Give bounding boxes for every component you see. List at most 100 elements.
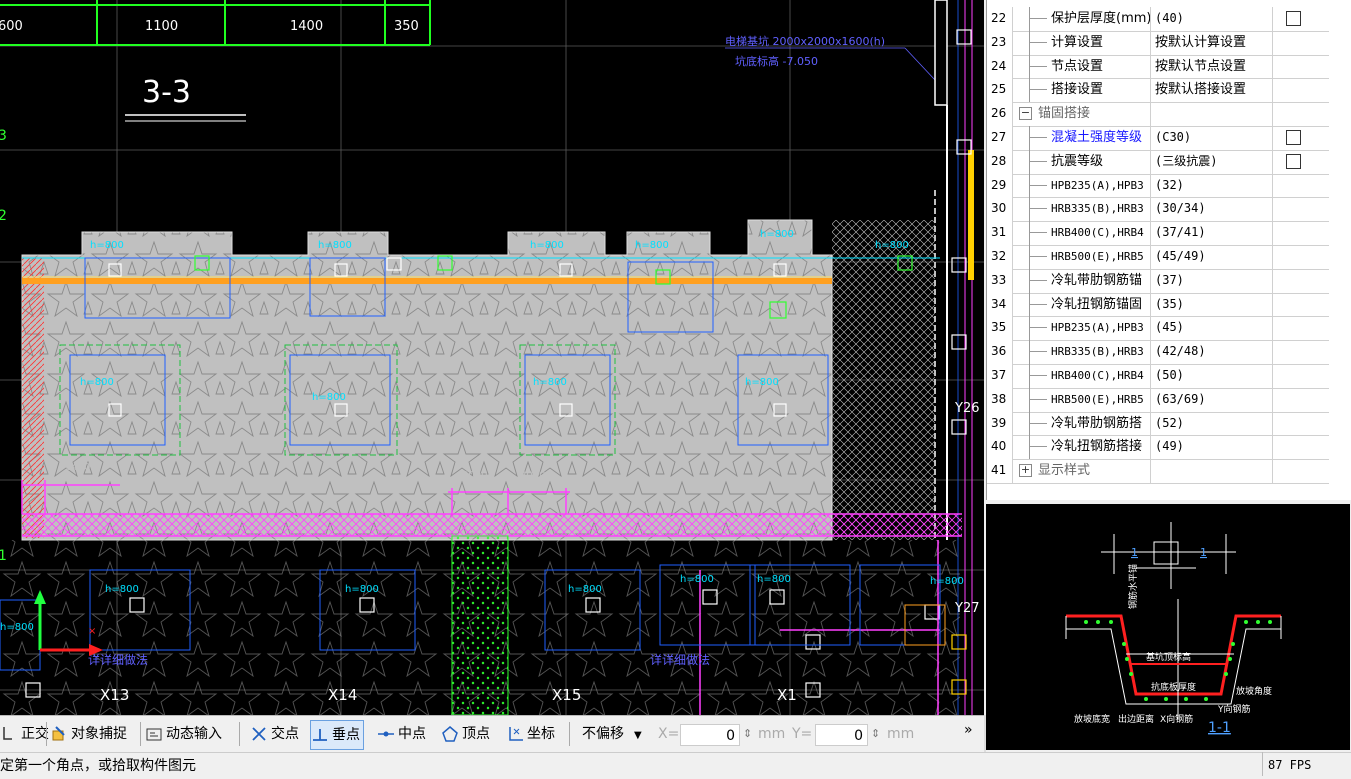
row-number: 31	[987, 221, 1013, 245]
x-input[interactable]: 0	[680, 724, 740, 746]
property-name-cell[interactable]: HRB335(B),HRB3	[1014, 197, 1151, 222]
property-value[interactable]	[1151, 459, 1273, 483]
property-name-cell[interactable]: HPB235(A),HPB3	[1014, 173, 1151, 198]
property-row[interactable]: 41 + 显示样式	[987, 459, 1329, 484]
low-label-0: h=800	[105, 584, 139, 595]
property-value[interactable]: (45/49)	[1151, 245, 1273, 269]
property-value[interactable]: (35)	[1151, 292, 1273, 317]
midpoint-snap-button[interactable]: 中点	[377, 720, 426, 748]
property-name-cell[interactable]: 冷轧扭钢筋搭接	[1014, 435, 1151, 460]
property-name-cell[interactable]: 抗震等级	[1014, 149, 1151, 174]
toolbar-more-button[interactable]: »	[964, 716, 973, 744]
property-value[interactable]: (37)	[1151, 268, 1273, 293]
coordinate-snap-button[interactable]: 坐标	[506, 720, 555, 748]
attach-checkbox[interactable]	[1286, 11, 1301, 26]
property-value[interactable]	[1151, 102, 1273, 126]
property-value[interactable]: (三级抗震)	[1151, 149, 1273, 174]
property-value[interactable]: (63/69)	[1151, 387, 1273, 412]
property-row[interactable]: 38 HRB500(E),HRB5 (63/69)	[987, 387, 1329, 413]
property-name-cell[interactable]: 节点设置	[1014, 54, 1151, 79]
property-row[interactable]: 24 节点设置 按默认节点设置	[987, 54, 1329, 80]
property-name: 冷轧带肋钢筋锚	[1051, 272, 1143, 288]
property-row[interactable]: 34 冷轧扭钢筋锚固 (35)	[987, 292, 1329, 318]
property-row[interactable]: 37 HRB400(C),HRB4 (50)	[987, 364, 1329, 389]
property-row[interactable]: 29 HPB235(A),HPB3 (32)	[987, 173, 1329, 199]
x-label: X=	[658, 726, 680, 742]
property-row[interactable]: 28 抗震等级 (三级抗震)	[987, 149, 1329, 175]
dropdown-arrow-icon: ▼	[634, 730, 642, 741]
property-value[interactable]: (49)	[1151, 435, 1273, 460]
property-row[interactable]: 35 HPB235(A),HPB3 (45)	[987, 316, 1329, 342]
collapse-icon[interactable]: −	[1019, 107, 1032, 121]
property-panel[interactable]: 22 保护层厚度(mm) (40) 23 计算设置 按默认计算设置 24 节点设置 按默认节点设…	[986, 0, 1351, 500]
property-row[interactable]: 31 HRB400(C),HRB4 (37/41)	[987, 221, 1329, 246]
attach-cell	[1274, 459, 1329, 483]
vertex-label: 顶点	[462, 726, 490, 742]
property-name-cell[interactable]: HRB335(B),HRB3	[1014, 340, 1151, 364]
ortho-button[interactable]: 正交	[0, 720, 49, 748]
attach-checkbox[interactable]	[1286, 153, 1301, 169]
dynamic-input-button[interactable]: 动态输入	[145, 720, 222, 748]
cad-drawing[interactable]: 600 1100 1400 350 3-3 电梯基坑 2000x2000x160…	[0, 0, 984, 715]
property-row[interactable]: 27 混凝土强度等级 (C30)	[987, 126, 1329, 151]
property-value[interactable]: 按默认搭接设置	[1151, 78, 1273, 103]
attach-cell	[1274, 78, 1329, 102]
vertex-snap-button[interactable]: 顶点	[441, 720, 490, 748]
property-name: 锚固搭接	[1038, 106, 1091, 122]
property-name-cell[interactable]: 计算设置	[1014, 30, 1151, 55]
attach-checkbox[interactable]	[1286, 130, 1301, 145]
mid-label-0: h=800	[80, 377, 114, 388]
object-snap-button[interactable]: 对象捕捉	[50, 720, 127, 748]
property-name-cell[interactable]: 冷轧带肋钢筋搭	[1014, 411, 1151, 436]
property-name-cell[interactable]: 混凝土强度等级	[1014, 126, 1151, 150]
dim-small-2: 2000	[520, 470, 545, 481]
property-row[interactable]: 22 保护层厚度(mm) (40)	[987, 7, 1329, 32]
property-name-cell[interactable]: 冷轧扭钢筋锚固	[1014, 292, 1151, 317]
property-name-cell[interactable]: 保护层厚度(mm)	[1014, 7, 1151, 31]
property-name-cell[interactable]: + 显示样式	[1014, 459, 1151, 483]
property-name-cell[interactable]: HRB400(C),HRB4	[1014, 221, 1151, 245]
property-value[interactable]: (C30)	[1151, 126, 1273, 150]
intersection-snap-button[interactable]: 交点	[250, 720, 299, 748]
property-name-cell[interactable]: HPB235(A),HPB3	[1014, 316, 1151, 341]
property-name-cell[interactable]: 搭接设置	[1014, 78, 1151, 103]
y-stepper-icon[interactable]: ⇕	[871, 720, 880, 748]
property-value[interactable]: (37/41)	[1151, 221, 1273, 245]
property-value[interactable]: (32)	[1151, 173, 1273, 198]
property-row[interactable]: 33 冷轧带肋钢筋锚 (37)	[987, 268, 1329, 294]
property-row[interactable]: 30 HRB335(B),HRB3 (30/34)	[987, 197, 1329, 223]
cad-canvas[interactable]: 600 1100 1400 350 3-3 电梯基坑 2000x2000x160…	[0, 0, 984, 715]
expand-icon[interactable]: +	[1019, 464, 1032, 478]
property-row[interactable]: 36 HRB335(B),HRB3 (42/48)	[987, 340, 1329, 365]
preview-text-0: 基坑顶标高	[1146, 651, 1191, 663]
property-name-cell[interactable]: HRB500(E),HRB5	[1014, 245, 1151, 269]
row-number: 28	[987, 149, 1013, 174]
preview-text-6: X向钢筋	[1160, 713, 1193, 725]
property-row[interactable]: 39 冷轧带肋钢筋搭 (52)	[987, 411, 1329, 437]
property-value[interactable]: (42/48)	[1151, 340, 1273, 364]
property-value[interactable]: (52)	[1151, 411, 1273, 436]
low-label-6: h=800	[0, 622, 34, 633]
property-row[interactable]: 25 搭接设置 按默认搭接设置	[987, 78, 1329, 104]
property-name-cell[interactable]: HRB400(C),HRB4	[1014, 364, 1151, 388]
property-name-cell[interactable]: − 锚固搭接	[1014, 102, 1151, 126]
x-stepper-icon[interactable]: ⇕	[743, 720, 752, 748]
property-row[interactable]: 23 计算设置 按默认计算设置	[987, 30, 1329, 56]
property-row[interactable]: 40 冷轧扭钢筋搭接 (49)	[987, 435, 1329, 461]
property-name-cell[interactable]: 冷轧带肋钢筋锚	[1014, 268, 1151, 293]
property-value[interactable]: (30/34)	[1151, 197, 1273, 222]
property-name-cell[interactable]: HRB500(E),HRB5	[1014, 387, 1151, 412]
offset-mode-select[interactable]: 不偏移 ▼	[582, 720, 642, 748]
status-prompt: 定第一个角点，或拾取构件图元	[0, 758, 196, 774]
property-name: HRB500(E),HRB5	[1051, 392, 1144, 406]
y-input[interactable]: 0	[815, 724, 868, 746]
property-value[interactable]: (40)	[1151, 7, 1273, 31]
property-value[interactable]: 按默认节点设置	[1151, 54, 1273, 79]
property-row[interactable]: 26− 锚固搭接	[987, 102, 1329, 127]
attach-cell	[1274, 364, 1329, 388]
property-value[interactable]: (45)	[1151, 316, 1273, 341]
property-row[interactable]: 32 HRB500(E),HRB5 (45/49)	[987, 245, 1329, 270]
property-value[interactable]: 按默认计算设置	[1151, 30, 1273, 55]
property-value[interactable]: (50)	[1151, 364, 1273, 388]
perpendicular-snap-button[interactable]: 垂点	[310, 720, 364, 750]
